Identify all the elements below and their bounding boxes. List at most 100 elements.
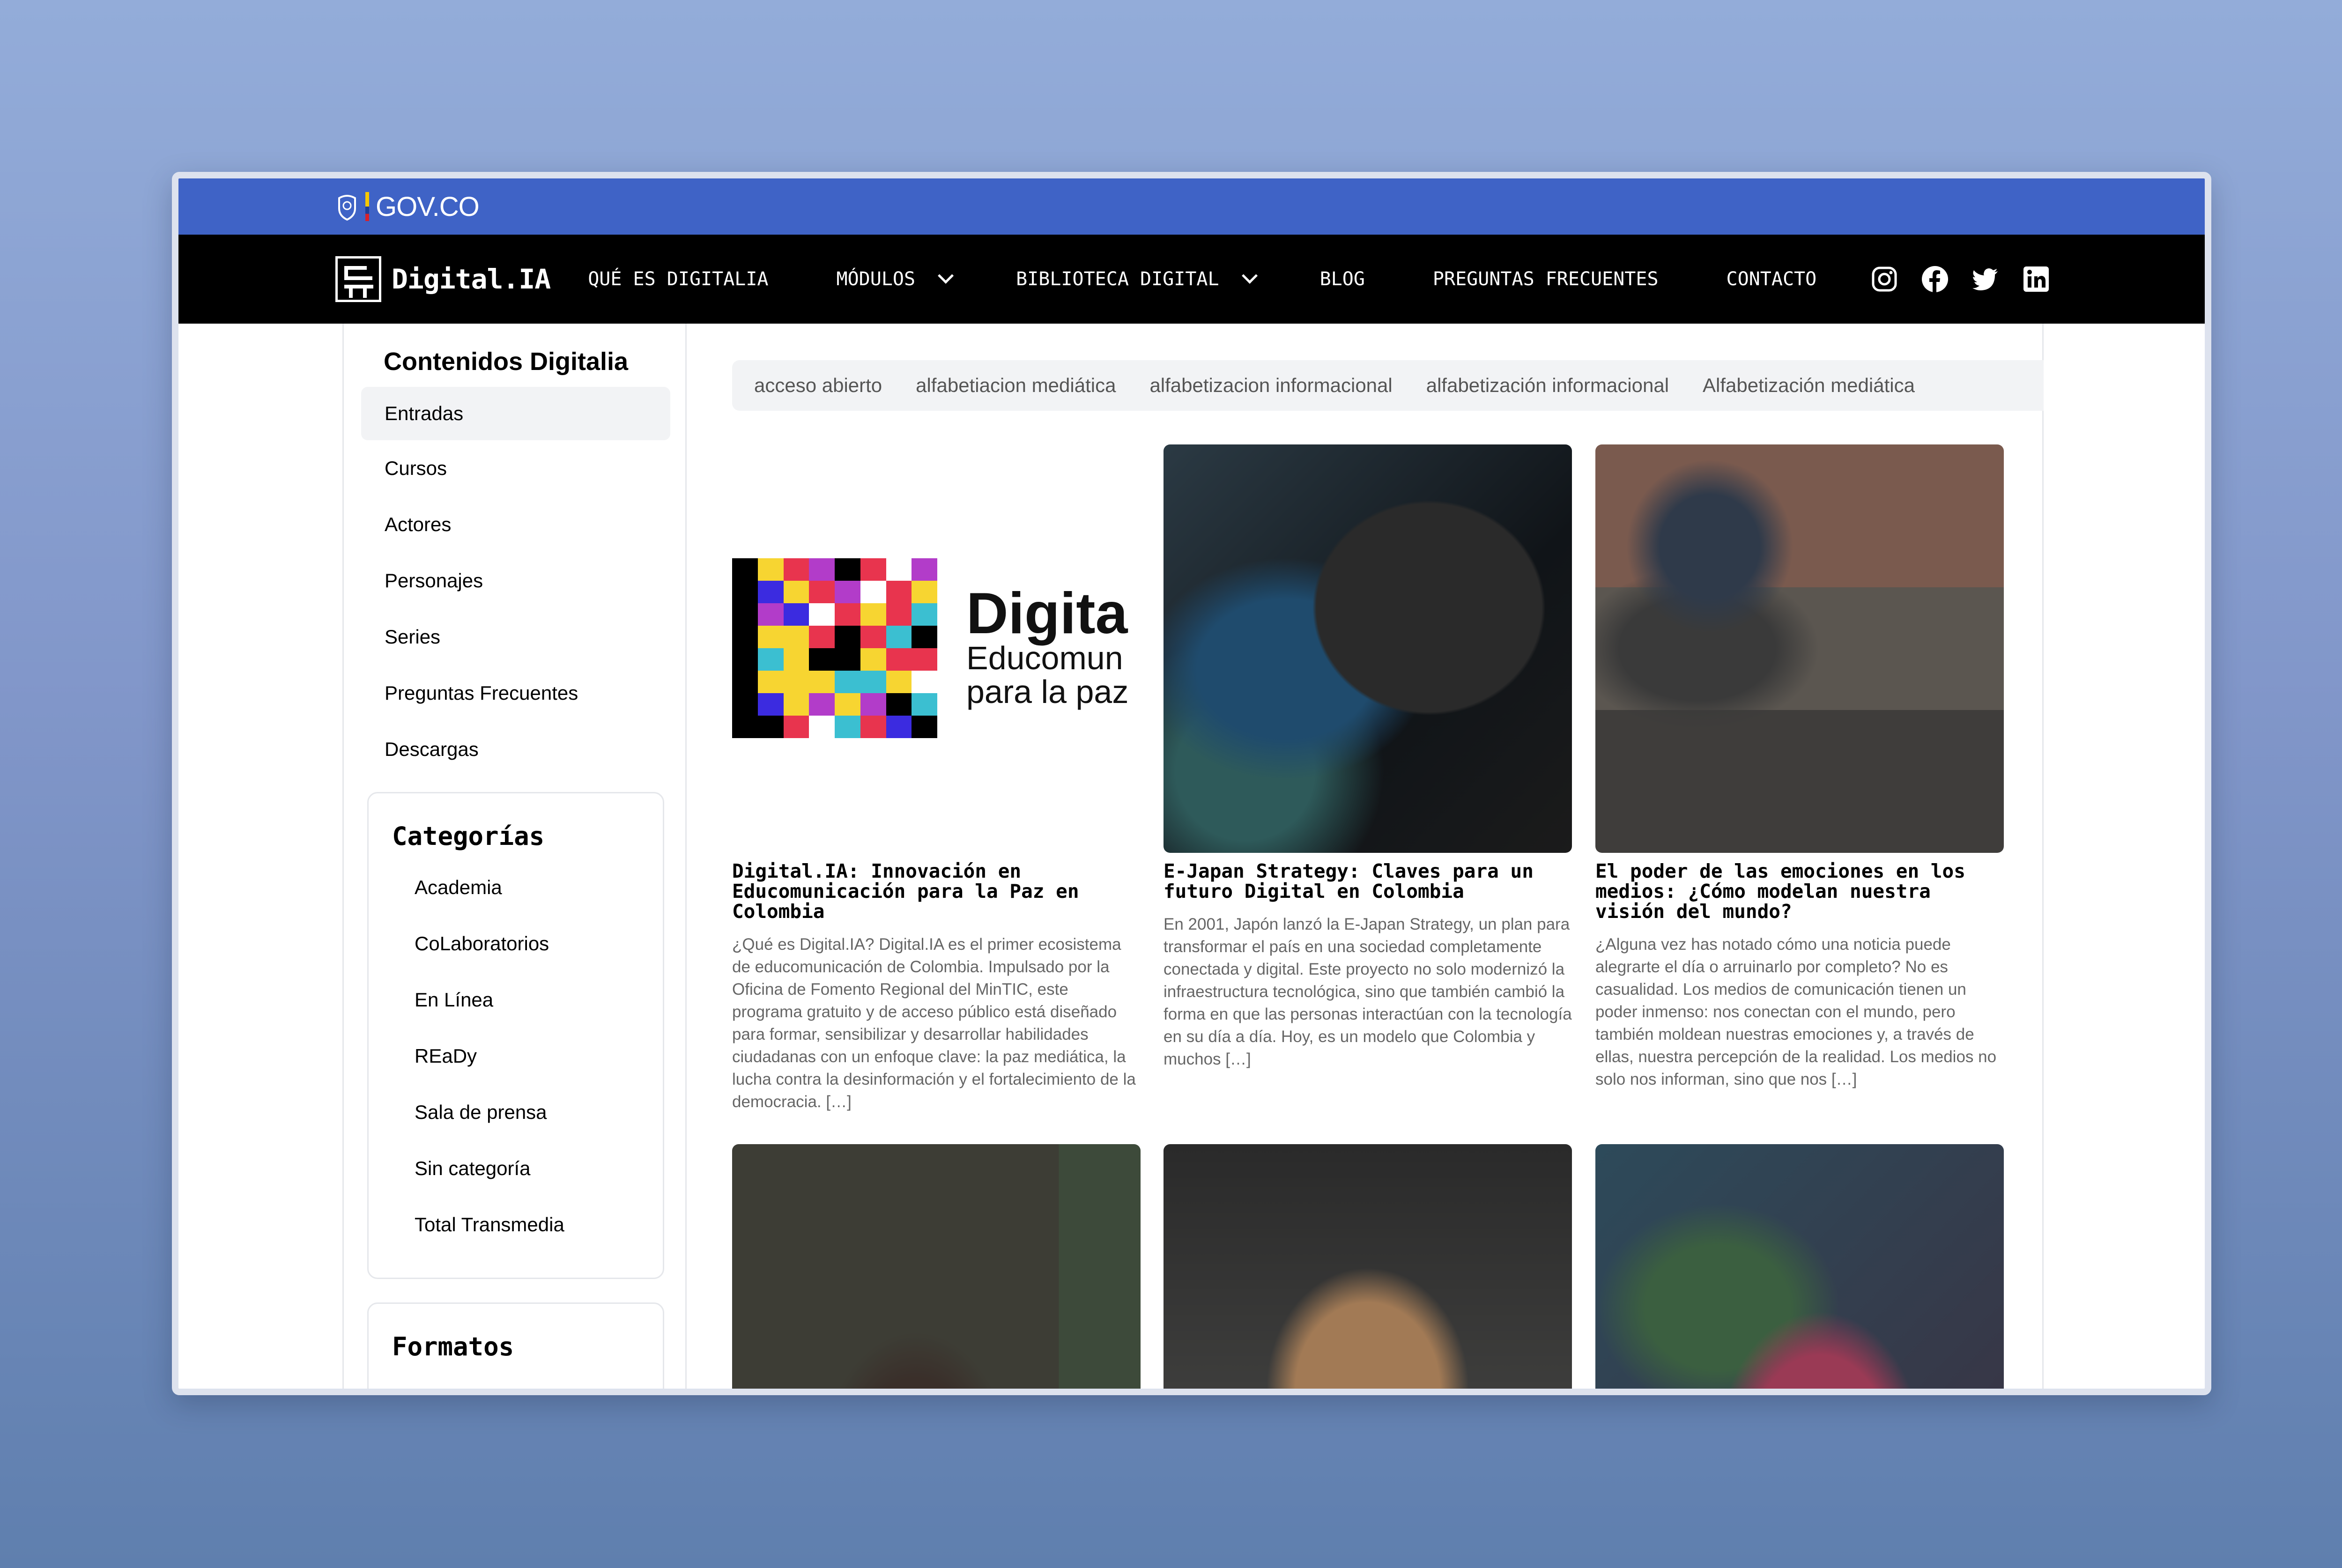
- logo-pixel: [757, 626, 784, 648]
- tag-chip[interactable]: alfabetiacion mediática: [916, 374, 1116, 397]
- logo-pixel: [835, 626, 860, 648]
- tag-chip[interactable]: Alfabetización mediática: [1703, 374, 1915, 397]
- logo-pixel: [809, 581, 835, 603]
- logo-pixel: [860, 648, 886, 671]
- logo-pixel: [912, 626, 937, 648]
- logo-pixel: [886, 603, 912, 626]
- post-title[interactable]: E-Japan Strategy: Claves para un futuro …: [1164, 861, 1572, 902]
- nav-que-es-digitalia[interactable]: QUÉ ES DIGITALIA: [588, 268, 768, 290]
- logo-pixel: [783, 626, 809, 648]
- logo-pixel: [809, 716, 835, 738]
- digitalia-logo-icon: [335, 256, 381, 302]
- post-card[interactable]: El poder de las emociones en los medios:…: [1595, 444, 2004, 1091]
- sidebar-item-descargas[interactable]: Descargas: [361, 721, 670, 777]
- logo-pixel: [732, 716, 758, 738]
- post-thumbnail[interactable]: [1164, 1144, 1572, 1389]
- colombia-flag-stripe: [365, 192, 369, 221]
- logo-tagline-line: para la paz: [966, 673, 1129, 710]
- colombia-shield-icon: [338, 195, 356, 221]
- logo-pixel: [860, 671, 886, 693]
- logo-pixel: [912, 581, 937, 603]
- logo-pixel: [886, 558, 912, 581]
- category-ready[interactable]: REaDy: [369, 1028, 663, 1084]
- logo-pixel: [835, 671, 860, 693]
- logo-pixel: [886, 626, 912, 648]
- linkedin-icon[interactable]: [2022, 265, 2050, 293]
- logo-pixel: [886, 693, 912, 716]
- logo-pixel: [912, 648, 937, 671]
- sidebar-item-series[interactable]: Series: [361, 609, 670, 665]
- logo-pixel: [886, 581, 912, 603]
- logo-pixel: [886, 671, 912, 693]
- post-thumbnail[interactable]: [1595, 444, 2004, 853]
- logo-pixel: [835, 603, 860, 626]
- nav-blog[interactable]: BLOG: [1320, 268, 1365, 290]
- post-card[interactable]: E-Japan Strategy: Claves para un futuro …: [1164, 444, 1572, 1071]
- twitter-icon[interactable]: [1971, 265, 2000, 293]
- logo-wordmark: Digita: [966, 581, 1128, 646]
- main-navbar: Digital.IA QUÉ ES DIGITALIA MÓDULOS BIBL…: [178, 235, 2205, 324]
- category-sin-categoria[interactable]: Sin categoría: [369, 1140, 663, 1197]
- nav-label: QUÉ ES DIGITALIA: [588, 268, 769, 290]
- category-sala-de-prensa[interactable]: Sala de prensa: [369, 1084, 663, 1140]
- category-colaboratorios[interactable]: CoLaboratorios: [369, 916, 663, 972]
- post-title[interactable]: El poder de las emociones en los medios:…: [1595, 861, 2004, 922]
- category-academia[interactable]: Academia: [369, 859, 663, 916]
- post-thumbnail[interactable]: [732, 1144, 1141, 1389]
- logo-pixel: [809, 603, 835, 626]
- sidebar-item-preguntas-frecuentes[interactable]: Preguntas Frecuentes: [361, 665, 670, 721]
- post-card[interactable]: Digita Educomun para la paz Digital.IA: …: [732, 444, 1141, 1113]
- instagram-icon[interactable]: [1870, 265, 1898, 293]
- sidebar-item-entradas[interactable]: Entradas: [361, 387, 670, 440]
- logo-pixel: [912, 693, 937, 716]
- logo-pixel: [732, 648, 758, 671]
- logo-pixel: [860, 693, 886, 716]
- logo-pixel: [783, 558, 809, 581]
- logo-pixel: [757, 716, 784, 738]
- logo-pixel: [860, 581, 886, 603]
- sidebar-item-actores[interactable]: Actores: [361, 496, 670, 553]
- social-links: [1870, 265, 2050, 293]
- chevron-down-icon: [1241, 267, 1258, 284]
- post-title[interactable]: Digital.IA: Innovación en Educomunicació…: [732, 861, 1141, 922]
- logo-pixel: [783, 716, 809, 738]
- logo-pixel: [860, 603, 886, 626]
- logo-pixel: [886, 648, 912, 671]
- category-total-transmedia[interactable]: Total Transmedia: [369, 1197, 663, 1253]
- logo-pixel: [809, 626, 835, 648]
- sidebar-item-cursos[interactable]: Cursos: [361, 440, 670, 496]
- logo-pixel: [757, 648, 784, 671]
- logo-pixel: [783, 693, 809, 716]
- logo-pixel: [757, 581, 784, 603]
- chevron-down-icon: [938, 267, 954, 284]
- tag-chip[interactable]: alfabetizacion informacional: [1149, 374, 1392, 397]
- post-card[interactable]: [732, 1144, 1141, 1389]
- tag-chip[interactable]: acceso abierto: [754, 374, 882, 397]
- post-thumbnail[interactable]: [1164, 444, 1572, 853]
- gov-co-link[interactable]: GOV.CO: [335, 191, 480, 222]
- tag-chip[interactable]: alfabetización informacional: [1426, 374, 1669, 397]
- post-excerpt: En 2001, Japón lanzó la E-Japan Strategy…: [1164, 915, 1572, 1068]
- tag-filter-bar[interactable]: acceso abierto alfabetiacion mediática a…: [732, 360, 2044, 411]
- brand-logo-link[interactable]: Digital.IA: [335, 256, 551, 302]
- logo-pixel: [783, 603, 809, 626]
- post-thumbnail[interactable]: Digita Educomun para la paz: [732, 444, 1141, 853]
- post-thumbnail[interactable]: [1595, 1144, 2004, 1389]
- category-en-linea[interactable]: En Línea: [369, 972, 663, 1028]
- post-excerpt: ¿Qué es Digital.IA? Digital.IA es el pri…: [732, 935, 1136, 1111]
- nav-preguntas-frecuentes[interactable]: PREGUNTAS FRECUENTES: [1433, 268, 1659, 290]
- logo-pixel: [757, 671, 784, 693]
- sidebar-item-personajes[interactable]: Personajes: [361, 553, 670, 609]
- nav-modulos[interactable]: MÓDULOS: [837, 267, 954, 290]
- facebook-icon[interactable]: [1921, 265, 1949, 293]
- logo-pixel: [835, 693, 860, 716]
- nav-contacto[interactable]: CONTACTO: [1727, 268, 1817, 290]
- logo-pixel: [809, 693, 835, 716]
- logo-pixel: [860, 626, 886, 648]
- post-card[interactable]: [1595, 1144, 2004, 1389]
- post-card[interactable]: [1164, 1144, 1572, 1389]
- categories-panel: Categorías Academia CoLaboratorios En Lí…: [367, 792, 664, 1279]
- nav-biblioteca-digital[interactable]: BIBLIOTECA DIGITAL: [1016, 267, 1258, 290]
- logo-pixel: [809, 558, 835, 581]
- formats-title: Formatos: [392, 1332, 514, 1361]
